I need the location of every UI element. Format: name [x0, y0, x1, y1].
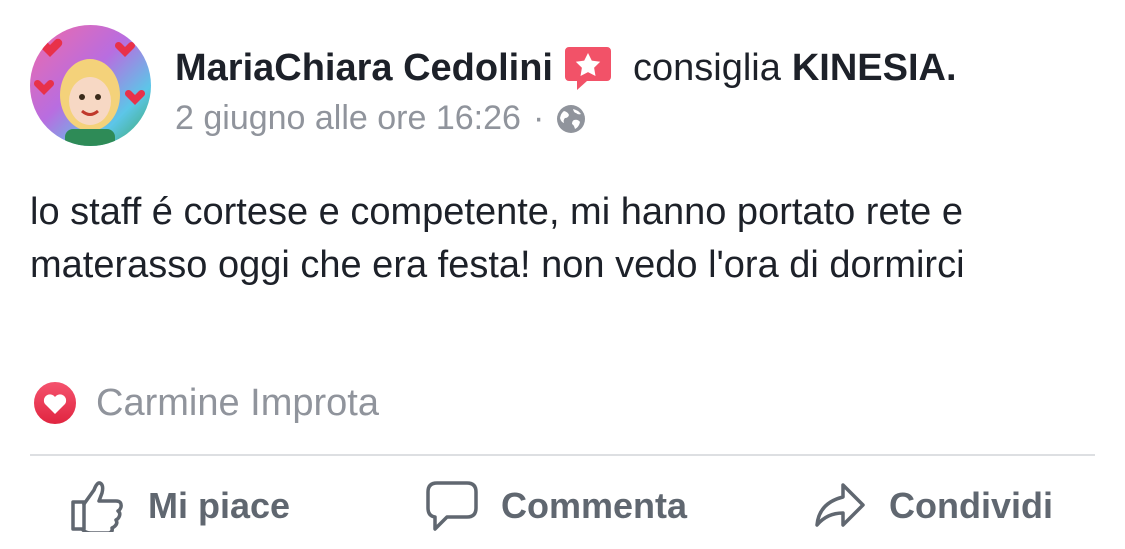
post-meta: 2 giugno alle ore 16:26 · [175, 99, 586, 138]
recommendation-star-icon [563, 43, 613, 93]
like-label: Mi piace [148, 485, 291, 526]
post-body-text: lo staff é cortese e competente, mi hann… [30, 191, 965, 286]
share-arrow-icon [813, 481, 867, 531]
post-timestamp[interactable]: 2 giugno alle ore 16:26 [175, 99, 521, 138]
recommend-verb: consiglia [632, 46, 781, 89]
author-avatar[interactable] [30, 25, 151, 146]
reactor-names[interactable]: Carmine Improta [96, 382, 379, 425]
meta-separator: · [532, 99, 545, 137]
comment-bubble-icon [425, 479, 479, 533]
comment-button[interactable]: Commenta [425, 478, 687, 534]
reactions-summary[interactable]: Carmine Improta [30, 378, 379, 428]
share-button[interactable]: Condividi [813, 478, 1053, 534]
post-header: MariaChiara Cedolini consiglia KINESIA. [175, 44, 957, 92]
post-action-bar: Mi piace Commenta Condividi [0, 456, 1125, 549]
love-reaction-icon [30, 378, 80, 428]
thumbs-up-icon [70, 480, 126, 532]
page-name-link[interactable]: KINESIA. [792, 47, 957, 90]
share-label: Condividi [889, 485, 1053, 526]
author-name[interactable]: MariaChiara Cedolini [175, 47, 553, 90]
globe-icon [556, 104, 586, 134]
like-button[interactable]: Mi piace [70, 478, 290, 534]
comment-label: Commenta [501, 485, 688, 526]
